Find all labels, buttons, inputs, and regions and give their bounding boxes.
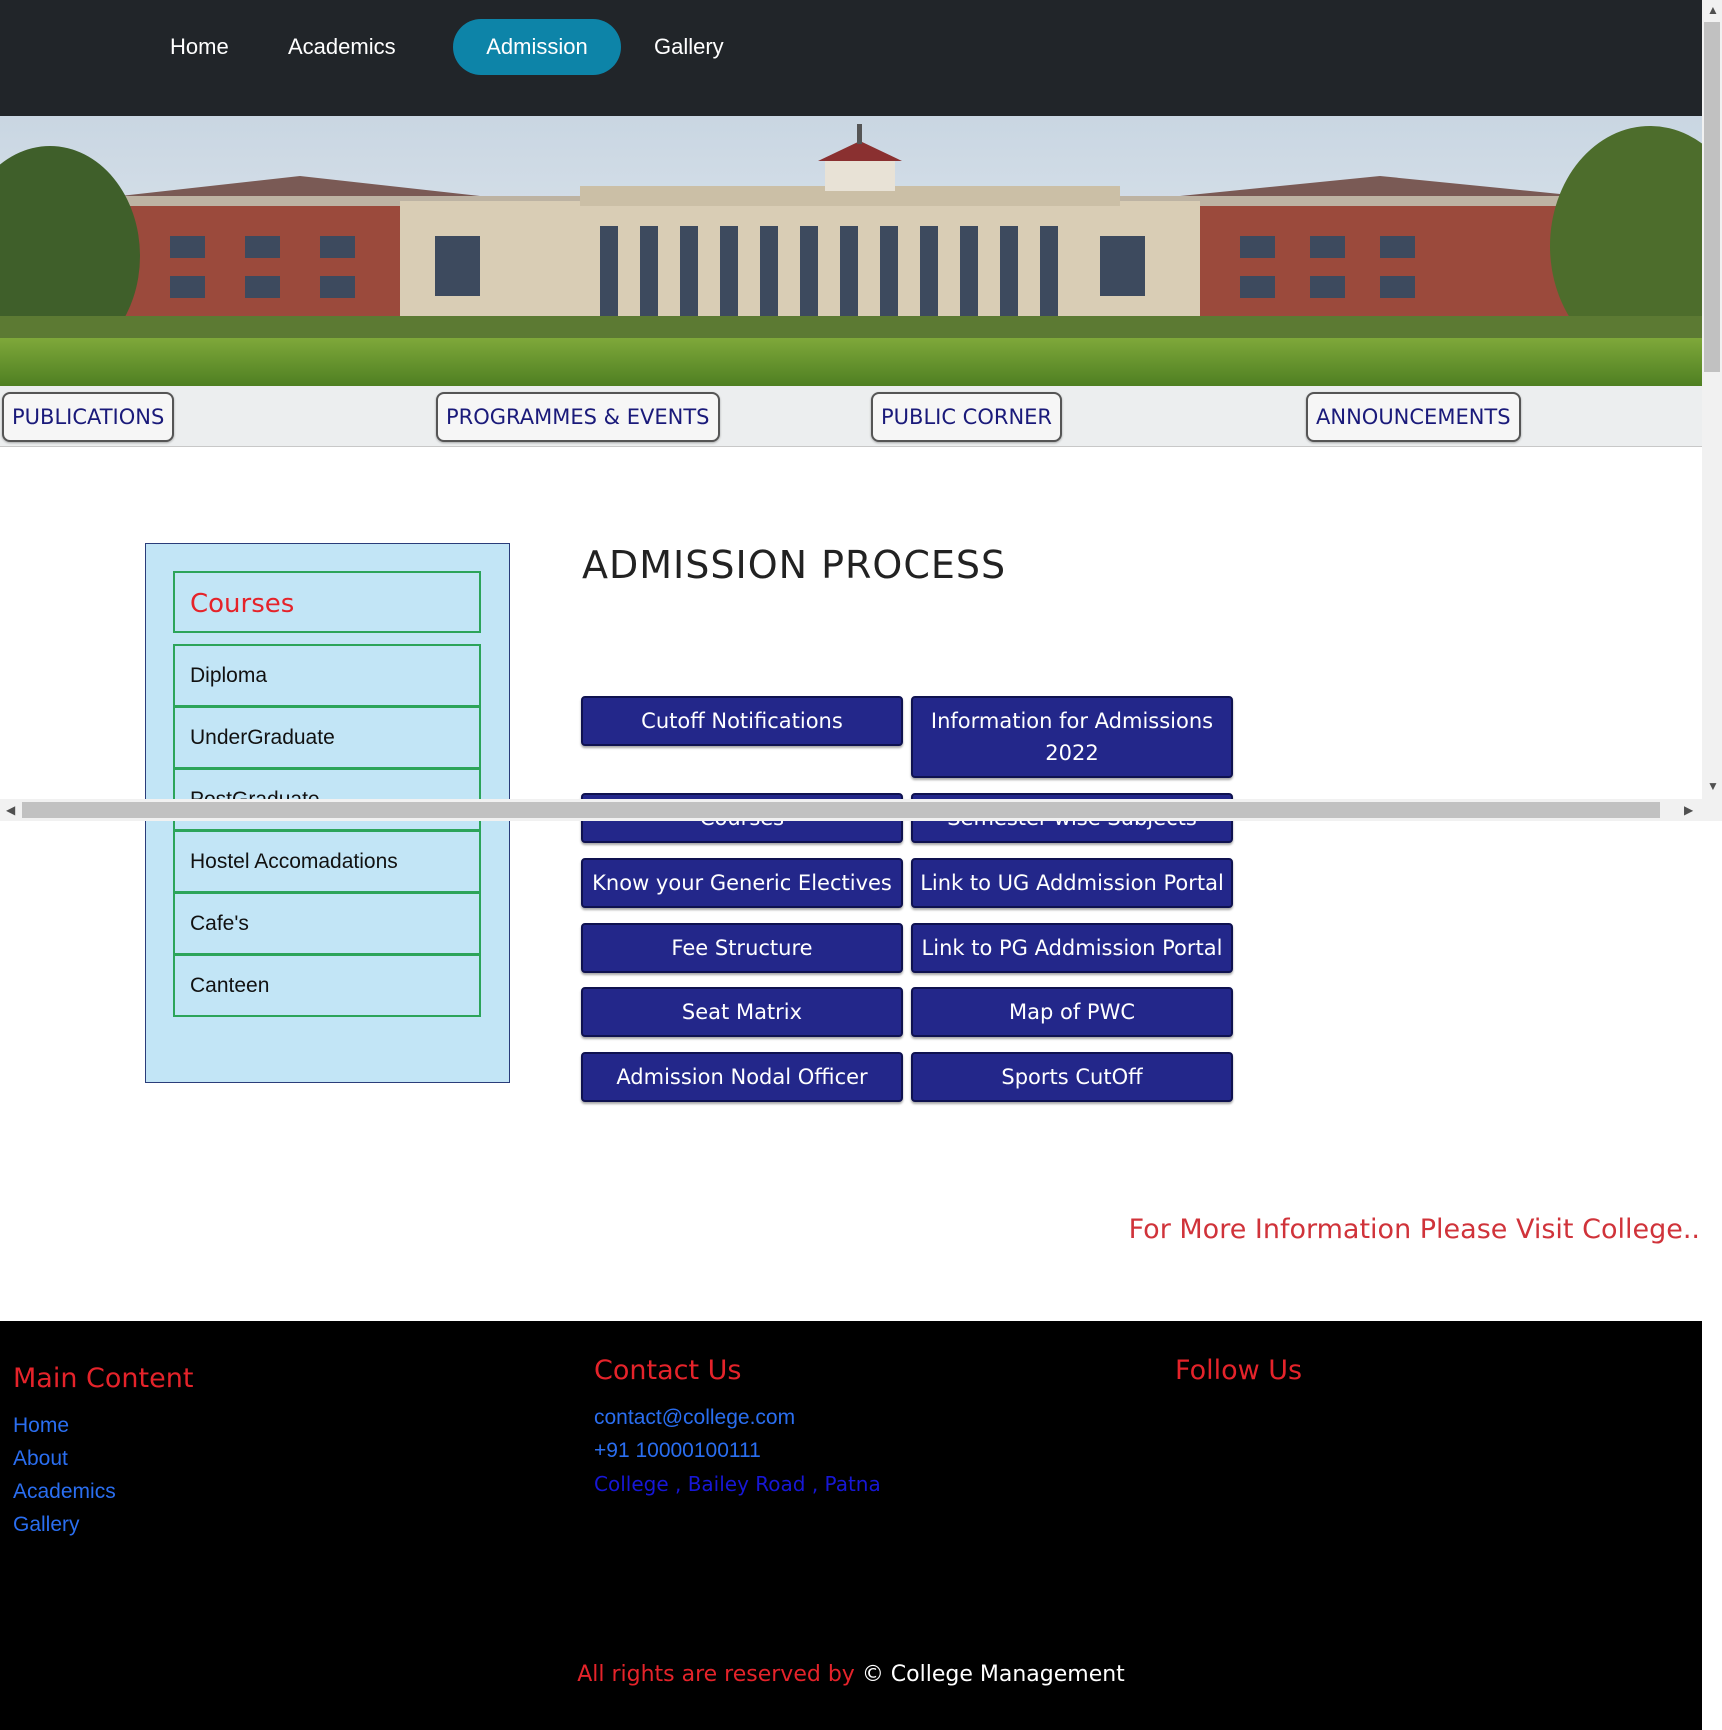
fee-structure-button[interactable]: Fee Structure xyxy=(581,923,903,973)
contact-email-link[interactable]: contact@college.com xyxy=(594,1406,795,1430)
pg-portal-button[interactable]: Link to PG Addmission Portal xyxy=(911,923,1233,973)
admissions-info-button[interactable]: Information for Admissions 2022 xyxy=(911,696,1233,778)
courses-heading: Courses xyxy=(173,571,481,633)
nodal-officer-button[interactable]: Admission Nodal Officer xyxy=(581,1052,903,1102)
programmes-events-button[interactable]: PROGRAMMES & EVENTS xyxy=(436,392,720,442)
seat-matrix-button[interactable]: Seat Matrix xyxy=(581,987,903,1037)
footer: Main Content Home About Academics Galler… xyxy=(0,1321,1702,1730)
footer-follow-heading: Follow Us xyxy=(1175,1355,1303,1386)
horizontal-scroll-thumb[interactable] xyxy=(22,802,1660,818)
publications-button[interactable]: PUBLICATIONS xyxy=(2,392,175,442)
page: Home Academics Admission Gallery PUBLICA… xyxy=(0,0,1702,1730)
nav-academics-link[interactable]: Academics xyxy=(270,19,414,75)
sidebar-item-cafes[interactable]: Cafe's xyxy=(173,892,481,955)
more-info-text: For More Information Please Visit Colleg… xyxy=(1128,1214,1700,1245)
scroll-right-arrow-icon[interactable]: ▶ xyxy=(1684,804,1693,816)
contact-address: College , Bailey Road , Patna xyxy=(594,1472,881,1496)
ug-portal-button[interactable]: Link to UG Addmission Portal xyxy=(911,858,1233,908)
scroll-left-arrow-icon[interactable]: ◀ xyxy=(6,804,15,816)
footer-link-about[interactable]: About xyxy=(13,1447,68,1471)
sports-cutoff-button[interactable]: Sports CutOff xyxy=(911,1052,1233,1102)
announcements-button[interactable]: ANNOUNCEMENTS xyxy=(1306,392,1521,442)
footer-link-home[interactable]: Home xyxy=(13,1414,69,1438)
college-banner-image xyxy=(0,116,1702,386)
copyright-notice: All rights are reserved by © College Man… xyxy=(0,1662,1702,1687)
map-button[interactable]: Map of PWC xyxy=(911,987,1233,1037)
generic-electives-button[interactable]: Know your Generic Electives xyxy=(581,858,903,908)
nav-home-link[interactable]: Home xyxy=(152,19,247,75)
vertical-scroll-thumb[interactable] xyxy=(1704,22,1720,372)
contact-phone: +91 10000100111 xyxy=(594,1439,761,1462)
nav-admission-link[interactable]: Admission xyxy=(453,19,621,75)
page-title: ADMISSION PROCESS xyxy=(582,543,1007,587)
cutoff-notifications-button[interactable]: Cutoff Notifications xyxy=(581,696,903,746)
scroll-up-arrow-icon[interactable]: ▲ xyxy=(1707,4,1719,16)
public-corner-button[interactable]: PUBLIC CORNER xyxy=(871,392,1063,442)
sidebar-item-hostel[interactable]: Hostel Accomadations xyxy=(173,830,481,893)
footer-contact-heading: Contact Us xyxy=(594,1355,742,1386)
sidebar-item-diploma[interactable]: Diploma xyxy=(173,644,481,707)
copyright-prefix: All rights are reserved by xyxy=(577,1662,855,1687)
secondary-navbar: PUBLICATIONS PROGRAMMES & EVENTS PUBLIC … xyxy=(0,386,1702,447)
sidebar-item-undergraduate[interactable]: UnderGraduate xyxy=(173,706,481,769)
sidebar-item-canteen[interactable]: Canteen xyxy=(173,954,481,1017)
vertical-scrollbar[interactable]: ▲ ▼ xyxy=(1702,0,1722,800)
scroll-down-arrow-icon[interactable]: ▼ xyxy=(1707,780,1719,792)
college-building-illustration xyxy=(0,116,1702,386)
footer-main-content-heading: Main Content xyxy=(13,1363,194,1394)
footer-link-gallery[interactable]: Gallery xyxy=(13,1513,80,1537)
nav-gallery-link[interactable]: Gallery xyxy=(636,19,742,75)
footer-link-academics[interactable]: Academics xyxy=(13,1480,116,1504)
top-navbar: Home Academics Admission Gallery xyxy=(0,0,1702,116)
copyright-owner: © College Management xyxy=(861,1662,1125,1687)
horizontal-scrollbar[interactable]: ◀ ▶ xyxy=(0,799,1722,821)
